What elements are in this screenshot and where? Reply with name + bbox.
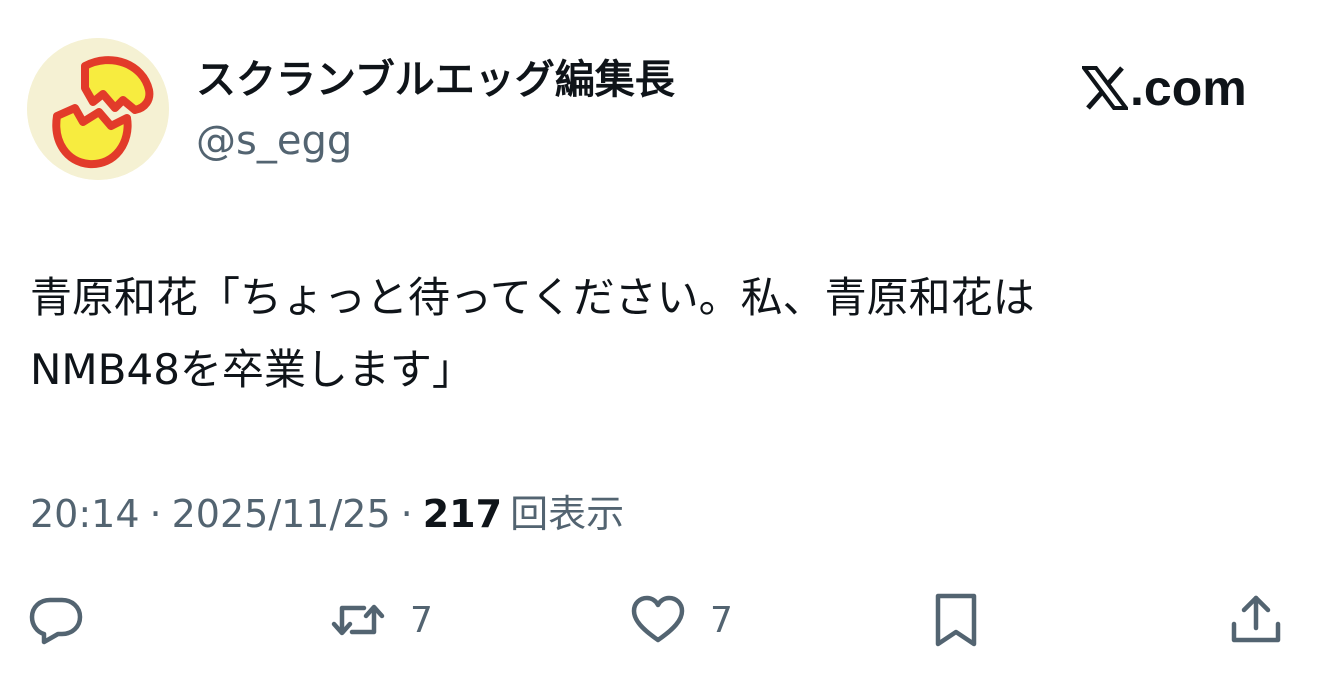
- views-label: 回表示: [510, 492, 625, 536]
- like-count: 7: [710, 599, 733, 641]
- tweet-meta: 20:14 · 2025/11/25 · 217 回表示: [30, 490, 624, 538]
- share-button[interactable]: [1228, 590, 1284, 650]
- x-brand-logo: .com: [1082, 60, 1247, 116]
- reply-icon: [29, 597, 83, 645]
- cracked-egg-icon: [27, 38, 169, 180]
- heart-icon: [631, 595, 685, 643]
- reply-button[interactable]: [28, 590, 84, 650]
- action-bar: 7 7: [0, 590, 1320, 650]
- author-display-name[interactable]: スクランブルエッグ編集長: [196, 56, 675, 104]
- like-button[interactable]: 7: [630, 590, 733, 650]
- repost-icon: [331, 604, 385, 636]
- repost-count: 7: [410, 599, 433, 641]
- avatar[interactable]: [27, 38, 169, 180]
- meta-separator: ·: [149, 492, 162, 536]
- tweet-text-line: 青原和花「ちょっと待ってください。私、青原和花は: [30, 273, 1035, 322]
- tweet-text: 青原和花「ちょっと待ってください。私、青原和花は NMB48を卒業します」: [30, 262, 1290, 406]
- repost-button[interactable]: 7: [330, 590, 433, 650]
- tweet-time[interactable]: 20:14: [30, 490, 140, 538]
- share-icon: [1231, 595, 1281, 643]
- views-count: 217: [422, 492, 503, 536]
- meta-separator: ·: [400, 492, 413, 536]
- bookmark-icon: [935, 593, 977, 647]
- author-handle[interactable]: @s_egg: [196, 116, 352, 166]
- x-brand-label: .com: [1130, 60, 1247, 116]
- bookmark-button[interactable]: [928, 590, 984, 650]
- tweet-text-line: NMB48を卒業します」: [30, 345, 474, 394]
- x-logo-icon: [1082, 66, 1128, 110]
- tweet-date[interactable]: 2025/11/25: [172, 490, 391, 538]
